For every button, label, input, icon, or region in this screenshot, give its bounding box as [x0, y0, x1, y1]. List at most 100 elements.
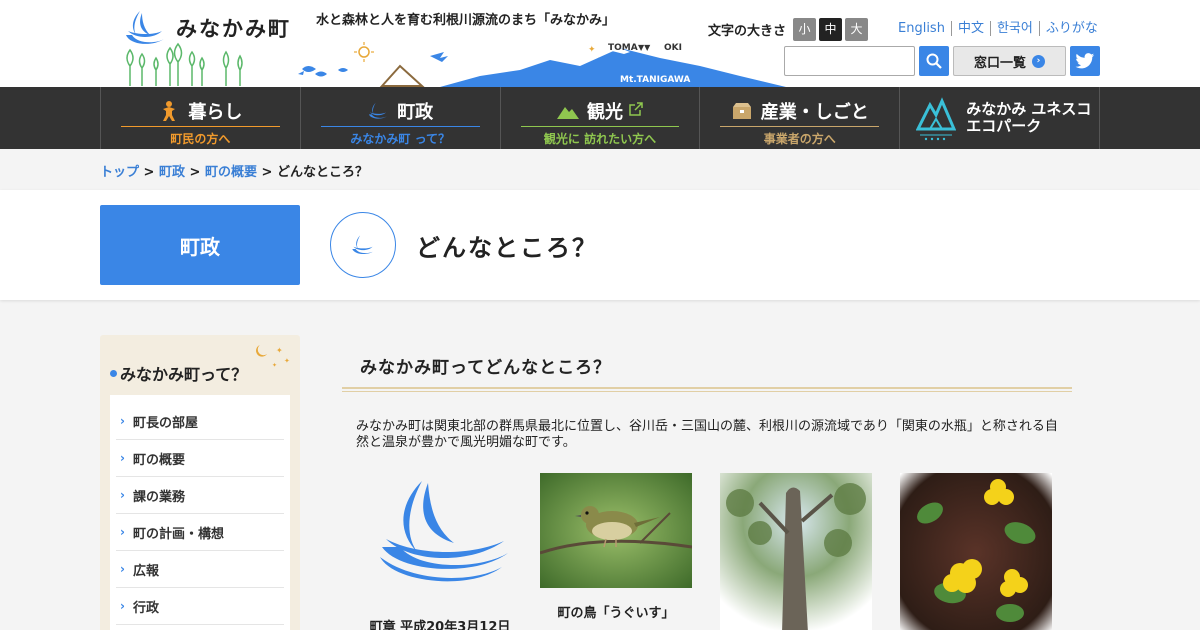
- main-content: みなかみ町ってどんなところ？ みなかみ町は関東北部の群馬県最北に位置し、谷川岳・…: [342, 335, 1072, 630]
- language-links: English 中文 한국어 ふりがな: [892, 21, 1104, 36]
- text-size-small-button[interactable]: 小: [793, 18, 817, 41]
- card-caption: 町章 平成20年3月12日: [369, 620, 511, 630]
- section-title: みなかみ町ってどんなところ？: [360, 358, 612, 378]
- nav-sub-kurashi: 町民の方へ: [170, 132, 231, 146]
- text-size-medium-button[interactable]: 中: [819, 18, 843, 41]
- text-size-control: 文字の大きさ 小 中 大: [708, 18, 869, 41]
- sidebar-item-koho[interactable]: › 広報: [116, 551, 284, 588]
- town-emblem-image: [364, 473, 516, 588]
- site-header: みなかみ町 水と森林と人を育む利根川源流のまち「みなかみ」 ✦ TOMA ▼▼ …: [0, 0, 1200, 87]
- ecopark-label: みなかみ ユネスコ エコパーク: [966, 101, 1091, 135]
- sidebar-item-label: 町の計画・構想: [132, 526, 224, 542]
- svg-text:▼▼: ▼▼: [638, 43, 651, 52]
- global-nav: 暮らし 町民の方へ 町政 みなかみ町 って？ 観光 観光に 訪れたい方へ 産業・…: [0, 87, 1200, 149]
- arrow-right-icon: ›: [1032, 54, 1045, 68]
- nav-item-chosei[interactable]: 町政 みなかみ町 って？: [301, 87, 501, 149]
- sidebar-item-gyomu[interactable]: › 課の業務: [116, 477, 284, 514]
- breadcrumb-current: どんなところ？: [276, 165, 368, 180]
- breadcrumb: トップ > 町政 > 町の概要 > どんなところ？: [100, 161, 368, 180]
- twitter-button[interactable]: [1070, 46, 1100, 76]
- nav-label-chosei: 町政: [397, 101, 434, 123]
- card-yellow-flower: [900, 473, 1052, 630]
- lang-link-furigana[interactable]: ふりがな: [1038, 21, 1104, 36]
- sidebar: ✦ ✦ ✦ みなかみ町って？ › 町長の部屋 › 町の概要 › 課の業務 › 町の計画・…: [100, 335, 300, 630]
- moon-stars-icon: ✦ ✦ ✦: [256, 345, 290, 369]
- external-link-icon: [629, 101, 643, 120]
- ecopark-logo: [916, 97, 957, 141]
- box-icon: [731, 100, 753, 122]
- breadcrumb-link-top[interactable]: トップ: [100, 165, 139, 180]
- nav-sub-kanko: 観光に 訪れたい方へ: [543, 132, 657, 146]
- category-label: 町政: [100, 205, 300, 285]
- sidebar-item-label: 課の業務: [132, 489, 185, 505]
- nav-item-kurashi[interactable]: 暮らし 町民の方へ: [101, 87, 301, 149]
- text-size-label: 文字の大きさ: [708, 24, 787, 39]
- deco-toma-label: TOMA: [608, 43, 638, 53]
- text-size-large-button[interactable]: 大: [845, 18, 869, 41]
- chevron-right-icon: ›: [120, 562, 125, 576]
- nav-label-kurashi: 暮らし: [188, 101, 243, 123]
- search-button[interactable]: [919, 46, 949, 76]
- nav-label-sangyo: 産業・しごと: [760, 101, 869, 123]
- chevron-right-icon: ›: [120, 599, 125, 613]
- card-town-emblem: 町章 平成20年3月12日: [364, 473, 516, 630]
- person-icon: [158, 100, 180, 122]
- sidebar-item-chocho[interactable]: › 町長の部屋: [116, 403, 284, 440]
- card-caption: 町の鳥「うぐいす」: [557, 606, 675, 621]
- chevron-right-icon: ›: [120, 488, 125, 502]
- yellow-flower-photo: [900, 473, 1052, 630]
- twitter-icon: [1075, 52, 1095, 68]
- svg-text:✦: ✦: [588, 45, 596, 55]
- sidebar-item-label: 行政: [132, 600, 159, 616]
- nav-sub-chosei: みなかみ町 って？: [350, 132, 450, 146]
- section-divider: [342, 387, 1072, 392]
- breadcrumb-link-gaiyo[interactable]: 町の概要: [205, 165, 257, 180]
- nav-item-kanko[interactable]: 観光 観光に 訪れたい方へ: [501, 87, 701, 149]
- nav-item-ecopark[interactable]: みなかみ ユネスコ エコパーク: [900, 87, 1100, 149]
- counter-list-label: 窓口一覧: [973, 55, 1026, 71]
- sidebar-item-gaiyo[interactable]: › 町の概要: [116, 440, 284, 477]
- svg-text:✦: ✦: [272, 362, 277, 369]
- sidebar-heading-text: みなかみ町って？: [120, 365, 248, 384]
- nav-item-sangyo[interactable]: 産業・しごと 事業者の方へ: [700, 87, 901, 149]
- tree-photo: [720, 473, 872, 630]
- ecopark-label-line2: エコパーク: [966, 117, 1042, 135]
- intro-text: みなかみ町は関東北部の群馬県最北に位置し、谷川岳・三国山の麓、利根川の源流域であ…: [356, 419, 1058, 450]
- card-tree: [720, 473, 872, 630]
- sidebar-menu: › 町長の部屋 › 町の概要 › 課の業務 › 町の計画・構想 › 広報 › 行政: [110, 395, 290, 630]
- breadcrumb-separator: >: [143, 165, 155, 180]
- search-input[interactable]: [784, 46, 915, 76]
- sidebar-item-label: 町の概要: [132, 452, 185, 468]
- page-title-band: 町政 どんなところ？: [0, 190, 1200, 300]
- chevron-right-icon: ›: [120, 451, 125, 465]
- nav-sub-sangyo: 事業者の方へ: [763, 132, 836, 146]
- site-tagline: 水と森林と人を育む利根川源流のまち「みなかみ」: [316, 13, 616, 28]
- chevron-right-icon: ›: [120, 525, 125, 539]
- lang-link-korean[interactable]: 한국어: [989, 21, 1039, 36]
- sidebar-item-gyosei[interactable]: › 行政: [116, 588, 284, 625]
- sidebar-item-keikaku[interactable]: › 町の計画・構想: [116, 514, 284, 551]
- breadcrumb-link-chosei[interactable]: 町政: [159, 165, 185, 180]
- header-illustration: ✦ ✦ TOMA ▼▼ OKI Mt.TANIGAWA: [126, 42, 786, 87]
- card-bush-warbler: 町の鳥「うぐいす」: [540, 473, 692, 621]
- page-title: どんなところ？: [416, 234, 598, 262]
- town-emblem-icon: [367, 100, 389, 122]
- sidebar-item-label: 町長の部屋: [132, 415, 198, 431]
- sidebar-heading: みなかみ町って？: [110, 361, 247, 385]
- lang-link-chinese[interactable]: 中文: [950, 21, 990, 36]
- mountain-icon: [556, 100, 579, 122]
- svg-text:✦: ✦: [284, 357, 290, 365]
- bullet-icon: [110, 369, 117, 377]
- search-icon: [926, 53, 942, 69]
- svg-text:✦: ✦: [276, 346, 283, 355]
- breadcrumb-separator: >: [261, 165, 273, 180]
- chevron-right-icon: ›: [120, 414, 125, 428]
- town-emblem-icon: [330, 212, 396, 278]
- counter-list-button[interactable]: 窓口一覧 ›: [953, 46, 1066, 76]
- deco-oki-label: OKI: [664, 43, 682, 53]
- lang-link-english[interactable]: English: [892, 21, 951, 36]
- bush-warbler-photo: [540, 473, 692, 588]
- breadcrumb-separator: >: [189, 165, 201, 180]
- deco-mountain-label: Mt.TANIGAWA: [620, 75, 690, 85]
- nav-label-kanko: 観光: [586, 101, 623, 123]
